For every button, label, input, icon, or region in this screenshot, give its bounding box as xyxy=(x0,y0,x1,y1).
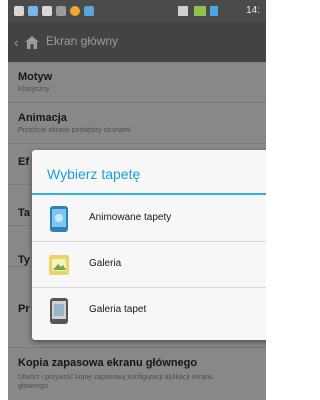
option-wallpaper-gallery[interactable]: Galeria tapet xyxy=(32,288,266,334)
wifi-icon xyxy=(84,6,94,16)
choose-wallpaper-dialog: Wybierz tapetę Animowane tapety Galeria xyxy=(32,150,266,340)
option-label: Galeria xyxy=(89,258,122,269)
notification-icon xyxy=(14,6,24,16)
wallpaper-gallery-icon xyxy=(50,298,68,324)
alarm-icon xyxy=(178,6,188,16)
download-icon xyxy=(42,6,52,16)
option-live-wallpapers[interactable]: Animowane tapety xyxy=(32,196,266,242)
app-notification-icon xyxy=(70,6,80,16)
option-gallery[interactable]: Galeria xyxy=(32,242,266,288)
signal-icon xyxy=(194,6,206,16)
phone-screen: 14: ‹ Ekran główny Motyw Klasyczny Anima… xyxy=(8,0,266,400)
status-time: 14: xyxy=(246,5,260,16)
dialog-title: Wybierz tapetę xyxy=(47,166,141,182)
status-bar: 14: xyxy=(8,0,266,22)
gallery-icon xyxy=(49,255,69,275)
option-label: Animowane tapety xyxy=(89,212,172,223)
option-label: Galeria tapet xyxy=(89,304,147,315)
dialog-divider xyxy=(32,193,266,195)
mail-icon xyxy=(56,6,66,16)
live-wallpaper-icon xyxy=(50,206,68,232)
battery-icon xyxy=(210,6,218,16)
notification-icon xyxy=(28,6,38,16)
